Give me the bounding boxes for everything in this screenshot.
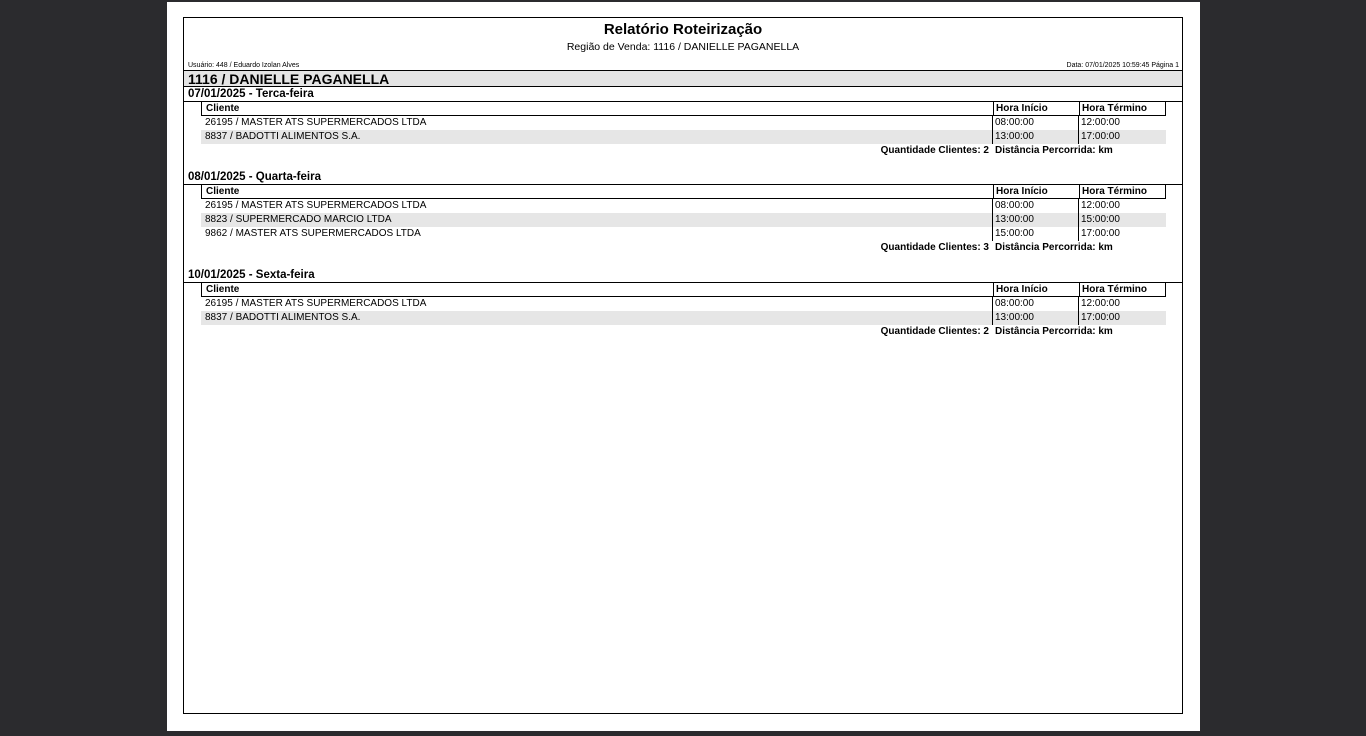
table-row: 26195 / MASTER ATS SUPERMERCADOS LTDA 08… [201,297,1166,311]
report-frame: Relatório Roteirização Região de Venda: … [183,17,1183,714]
table-row: 9862 / MASTER ATS SUPERMERCADOS LTDA 15:… [201,227,1166,241]
client-count: Quantidade Clientes: 2 [880,145,989,156]
cell-client: 8823 / SUPERMERCADO MARCIO LTDA [205,214,392,225]
distance: Distância Percorrida: km [995,326,1113,337]
table-row: 8837 / BADOTTI ALIMENTOS S.A. 13:00:00 1… [201,130,1166,144]
region-header: 1116 / DANIELLE PAGANELLA [184,70,1182,87]
client-count: Quantidade Clientes: 2 [880,326,989,337]
cell-start: 13:00:00 [992,311,1078,325]
col-end: Hora Término [1079,102,1166,115]
day-title: 10/01/2025 - Sexta-feira [188,269,315,281]
cell-client: 26195 / MASTER ATS SUPERMERCADOS LTDA [205,200,427,211]
cell-start: 13:00:00 [992,130,1078,144]
region-title: 1116 / DANIELLE PAGANELLA [188,71,390,87]
cell-end: 12:00:00 [1078,116,1164,130]
report-page: Relatório Roteirização Região de Venda: … [167,2,1200,731]
cell-client: 8837 / BADOTTI ALIMENTOS S.A. [205,312,361,323]
client-count: Quantidade Clientes: 3 [880,242,989,253]
report-subtitle: Região de Venda: 1116 / DANIELLE PAGANEL… [566,41,800,53]
col-start: Hora Início [993,102,1079,115]
table-header: Cliente Hora Início Hora Término [201,102,1166,116]
col-client: Cliente [206,103,240,114]
day-summary: Quantidade Clientes: 2 Distância Percorr… [184,144,1182,158]
table-row: 8823 / SUPERMERCADO MARCIO LTDA 13:00:00… [201,213,1166,227]
cell-start: 08:00:00 [992,199,1078,213]
day-title: 08/01/2025 - Quarta-feira [188,171,321,183]
cell-client: 26195 / MASTER ATS SUPERMERCADOS LTDA [205,298,427,309]
cell-end: 12:00:00 [1078,297,1164,311]
distance: Distância Percorrida: km [995,145,1113,156]
day-title: 07/01/2025 - Terca-feira [188,88,314,100]
cell-client: 8837 / BADOTTI ALIMENTOS S.A. [205,131,361,142]
table-header: Cliente Hora Início Hora Término [201,185,1166,199]
day-summary: Quantidade Clientes: 2 Distância Percorr… [184,325,1182,339]
report-title: Relatório Roteirização [603,21,763,38]
col-client: Cliente [206,186,240,197]
cell-start: 13:00:00 [992,213,1078,227]
table-row: 26195 / MASTER ATS SUPERMERCADOS LTDA 08… [201,199,1166,213]
col-end: Hora Término [1079,185,1166,198]
cell-start: 08:00:00 [992,116,1078,130]
cell-client: 9862 / MASTER ATS SUPERMERCADOS LTDA [205,228,421,239]
cell-end: 17:00:00 [1078,311,1164,325]
cell-client: 26195 / MASTER ATS SUPERMERCADOS LTDA [205,117,427,128]
cell-end: 17:00:00 [1078,227,1164,241]
pdf-viewer: Relatório Roteirização Região de Venda: … [0,0,1366,736]
cell-end: 17:00:00 [1078,130,1164,144]
day-summary: Quantidade Clientes: 3 Distância Percorr… [184,241,1182,255]
cell-start: 15:00:00 [992,227,1078,241]
col-start: Hora Início [993,283,1079,296]
table-header: Cliente Hora Início Hora Término [201,283,1166,297]
col-start: Hora Início [993,185,1079,198]
report-date-page: Data: 07/01/2025 10:59:45 Página 1 [1066,62,1179,69]
cell-end: 12:00:00 [1078,199,1164,213]
distance: Distância Percorrida: km [995,242,1113,253]
cell-start: 08:00:00 [992,297,1078,311]
table-row: 26195 / MASTER ATS SUPERMERCADOS LTDA 08… [201,116,1166,130]
cell-end: 15:00:00 [1078,213,1164,227]
col-client: Cliente [206,284,240,295]
table-row: 8837 / BADOTTI ALIMENTOS S.A. 13:00:00 1… [201,311,1166,325]
col-end: Hora Término [1079,283,1166,296]
report-user: Usuário: 448 / Eduardo Izolan Alves [188,62,300,69]
